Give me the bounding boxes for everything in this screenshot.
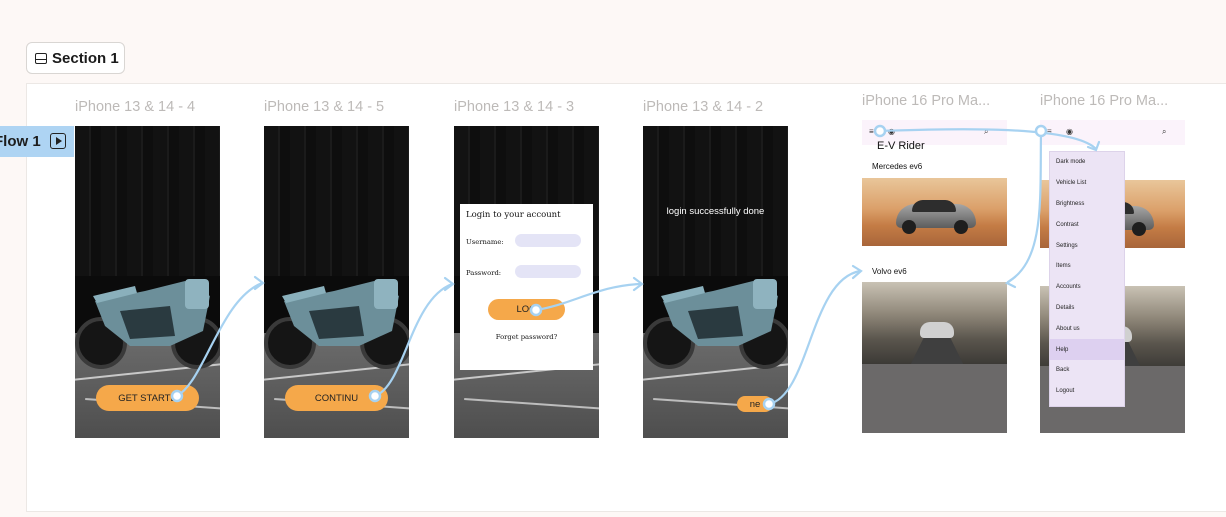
connector-4-to-5 <box>767 269 862 406</box>
connector-2-to-3 <box>373 282 454 398</box>
arrowhead-2 <box>253 275 265 291</box>
connector-handle-4 <box>762 397 776 411</box>
prototype-connections <box>170 124 1101 411</box>
connector-handle-2 <box>368 389 382 403</box>
connector-1-to-2 <box>175 281 264 398</box>
connector-handle-1 <box>170 389 184 403</box>
connector-3-to-4 <box>534 282 643 312</box>
connector-handle-5 <box>873 124 887 138</box>
arrowhead-back <box>1004 275 1017 289</box>
connector-6-to-5 <box>1006 129 1043 284</box>
connector-handle-3 <box>529 303 543 317</box>
connector-5-to-6 <box>878 128 1097 150</box>
arrowhead-3 <box>443 276 455 292</box>
connector-handle-6 <box>1034 124 1048 138</box>
